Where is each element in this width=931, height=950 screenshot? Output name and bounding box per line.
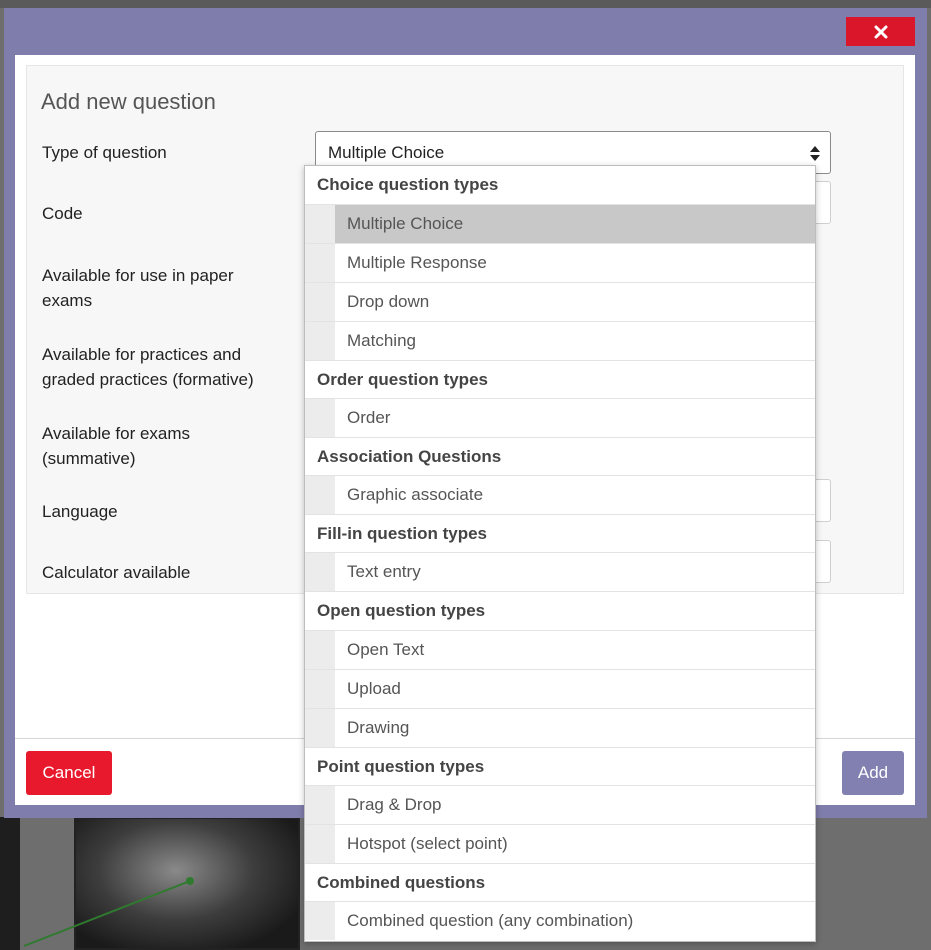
- close-icon: [874, 25, 887, 38]
- option-drop-down[interactable]: Drop down: [305, 282, 815, 321]
- option-indent: [305, 399, 335, 437]
- option-indent: [305, 825, 335, 863]
- practices-label-line-1: Available for practices and: [42, 345, 242, 364]
- option-combined-question[interactable]: Combined question (any combination): [305, 901, 815, 940]
- add-button[interactable]: Add: [842, 751, 904, 795]
- option-label: Multiple Response: [347, 253, 487, 272]
- exams-label-line-1: Available for exams: [42, 424, 191, 443]
- option-multiple-choice[interactable]: Multiple Choice: [305, 204, 815, 243]
- question-type-value: Multiple Choice: [328, 143, 445, 162]
- option-label: Graphic associate: [347, 485, 484, 504]
- option-label: Text entry: [347, 562, 421, 581]
- option-drag-and-drop[interactable]: Drag & Drop: [305, 785, 815, 824]
- option-label: Upload: [347, 679, 401, 698]
- question-type-dropdown: Choice question types Multiple Choice Mu…: [304, 165, 816, 942]
- option-label: Multiple Choice: [347, 214, 464, 233]
- group-header-order: Order question types: [305, 360, 815, 398]
- group-header-choice: Choice question types: [317, 175, 499, 194]
- option-matching[interactable]: Matching: [305, 321, 815, 360]
- type-of-question-label: Type of question: [42, 143, 167, 162]
- option-order[interactable]: Order: [305, 398, 815, 437]
- language-label: Language: [42, 502, 118, 521]
- option-label: Order: [347, 408, 391, 427]
- option-label: Combined question (any combination): [347, 911, 634, 930]
- dialog-title: Add new question: [41, 89, 216, 114]
- option-label: Open Text: [347, 640, 425, 659]
- option-indent: [305, 205, 335, 243]
- option-open-text[interactable]: Open Text: [305, 630, 815, 669]
- option-text-entry[interactable]: Text entry: [305, 552, 815, 591]
- close-button[interactable]: [846, 17, 915, 46]
- option-label: Drag & Drop: [347, 795, 442, 814]
- practices-label-line-2: graded practices (formative): [42, 370, 254, 389]
- calculator-label: Calculator available: [42, 563, 191, 582]
- cancel-button[interactable]: Cancel: [26, 751, 112, 795]
- option-indent: [305, 283, 335, 321]
- option-indent: [305, 670, 335, 708]
- option-label: Hotspot (select point): [347, 834, 508, 853]
- option-indent: [305, 322, 335, 360]
- select-sort-icon: [810, 146, 820, 161]
- option-label: Drop down: [347, 292, 430, 311]
- option-label: Drawing: [347, 718, 410, 737]
- group-header-point: Point question types: [305, 747, 815, 785]
- option-indent: [305, 476, 335, 514]
- option-drawing[interactable]: Drawing: [305, 708, 815, 747]
- group-header-open: Open question types: [305, 591, 815, 630]
- paper-exams-label-line-1: Available for use in paper: [42, 266, 234, 285]
- option-indent: [305, 786, 335, 824]
- option-indent: [305, 631, 335, 669]
- option-upload[interactable]: Upload: [305, 669, 815, 708]
- option-indent: [305, 244, 335, 282]
- option-indent: [305, 709, 335, 747]
- option-indent: [305, 902, 335, 940]
- option-graphic-associate[interactable]: Graphic associate: [305, 475, 815, 514]
- group-header-fill-in: Fill-in question types: [305, 514, 815, 552]
- exams-label-line-2: (summative): [42, 449, 136, 468]
- option-indent: [305, 553, 335, 591]
- paper-exams-label-line-2: exams: [42, 291, 93, 310]
- code-label: Code: [42, 204, 83, 223]
- option-label: Matching: [347, 331, 416, 350]
- option-hotspot[interactable]: Hotspot (select point): [305, 824, 815, 863]
- group-header-combined: Combined questions: [305, 863, 815, 901]
- option-multiple-response[interactable]: Multiple Response: [305, 243, 815, 282]
- group-header-association: Association Questions: [305, 437, 815, 475]
